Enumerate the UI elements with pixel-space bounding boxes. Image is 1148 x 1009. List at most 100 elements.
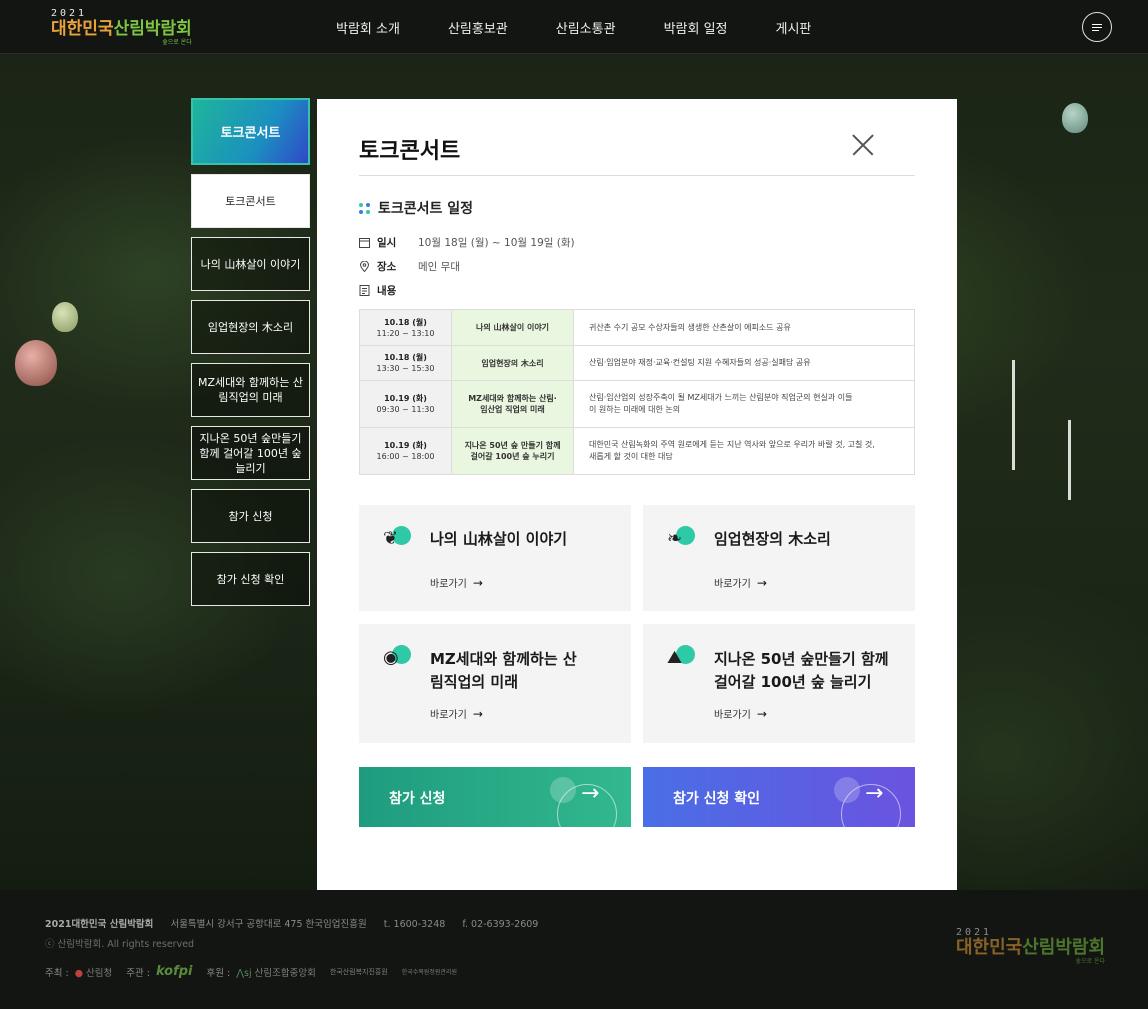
wind-turbine xyxy=(1068,420,1071,500)
organizer-label: 주관 : xyxy=(126,967,150,979)
footer-copyright: ⓒ 산림박람회. All rights reserved xyxy=(45,939,195,950)
apply-button[interactable]: 참가 신청 → xyxy=(359,767,631,827)
info-place-label: 장소 xyxy=(377,261,397,273)
sponsor-label: 후원 : xyxy=(206,967,231,979)
dots-icon xyxy=(359,202,370,214)
section-title-text: 토크콘서트 일정 xyxy=(378,201,474,217)
site-logo[interactable]: 2021 대한민국산림박람회 숲으로 온다 xyxy=(51,8,192,46)
footer-address: 서울특별시 강서구 공항대로 475 한국임업진흥원 xyxy=(170,919,367,930)
nav-item-board[interactable]: 게시판 xyxy=(776,18,812,37)
footer-info: 2021대한민국 산림박람회 서울특별시 강서구 공항대로 475 한국임업진흥… xyxy=(45,916,552,930)
table-row: 10.18 (월) 11:20 ~ 13:10 나의 山林살이 이야기 귀산촌 수… xyxy=(359,309,915,346)
nfcf-logo: ⋀sj 산림조합중앙회 xyxy=(236,967,316,979)
location-pin-icon xyxy=(359,261,370,272)
arrow-right-icon: → xyxy=(581,781,600,806)
schedule-session: 지나온 50년 숲 만들기 함께 걸어갈 100년 숲 누리기 xyxy=(451,427,574,475)
info-content: 내용 xyxy=(359,283,418,298)
schedule-session: MZ세대와 함께하는 산림·임산업 직업의 미래 xyxy=(451,380,574,428)
section-title: 토크콘서트 일정 xyxy=(359,198,473,218)
card-link[interactable]: 바로가기 → xyxy=(430,706,483,722)
apply-check-button-label: 참가 신청 확인 xyxy=(673,791,761,807)
main-nav: 박람회 소개 산림홍보관 산림소통관 박람회 일정 게시판 xyxy=(336,18,859,37)
schedule-description: 산림·임산업의 성장주축이 될 MZ세대가 느끼는 산림분야 직업군의 현실과 … xyxy=(573,380,915,428)
logo-year: 2021 xyxy=(51,8,88,19)
card-title: 지나온 50년 숲만들기 함께 걸어갈 100년 숲 늘리기 xyxy=(714,650,889,691)
apply-check-button[interactable]: 참가 신청 확인 → xyxy=(643,767,915,827)
nav-item-schedule[interactable]: 박람회 일정 xyxy=(664,18,728,37)
arrow-right-icon: → xyxy=(756,575,767,590)
card-link[interactable]: 바로가기 → xyxy=(714,706,767,722)
info-date-value: 10월 18일 (월) ~ 10월 19일 (화) xyxy=(418,237,575,249)
schedule-table: 10.18 (월) 11:20 ~ 13:10 나의 山林살이 이야기 귀산촌 수… xyxy=(359,309,915,475)
menu-toggle-button[interactable] xyxy=(1082,12,1112,42)
footer-org: 2021대한민국 산림박람회 xyxy=(45,919,154,930)
card-50-years[interactable]: ⛰ 지나온 50년 숲만들기 함께 걸어갈 100년 숲 늘리기 바로가기 → xyxy=(643,624,915,743)
arrow-right-icon: → xyxy=(865,781,884,806)
side-menu-title: 토크콘서트 xyxy=(191,98,310,165)
footer-logo: 2021 대한민국산림박람회 숲으로 온다 xyxy=(956,927,1106,965)
calendar-icon xyxy=(359,238,370,248)
logo-slogan: 숲으로 온다 xyxy=(162,39,192,46)
info-date: 일시 10월 18일 (월) ~ 10월 19일 (화) xyxy=(359,235,575,250)
card-title: 나의 山林살이 이야기 xyxy=(430,530,568,548)
card-link[interactable]: 바로가기 → xyxy=(430,575,483,591)
side-item-50-years[interactable]: 지나온 50년 숲만들기 함께 걸어갈 100년 숲 늘리기 xyxy=(191,426,310,480)
card-forestry-voice[interactable]: ❧ 임업현장의 木소리 바로가기 → xyxy=(643,505,915,611)
document-icon xyxy=(359,285,370,296)
side-item-forestry-voice[interactable]: 임업현장의 木소리 xyxy=(191,300,310,354)
hot-air-balloon xyxy=(15,340,57,386)
card-forest-life[interactable]: ❦ 나의 山林살이 이야기 바로가기 → xyxy=(359,505,631,611)
wind-turbine xyxy=(1012,360,1015,470)
schedule-datetime: 10.19 (화) 16:00 ~ 18:00 xyxy=(359,427,452,475)
info-content-label: 내용 xyxy=(377,285,397,297)
arrow-right-icon: → xyxy=(472,706,483,721)
schedule-datetime: 10.19 (화) 09:30 ~ 11:30 xyxy=(359,380,452,428)
schedule-description: 산림·임업분야 재정·교육·컨설팅 지원 수혜자들의 성공·실패담 공유 xyxy=(573,345,915,381)
site-header: 2021 대한민국산림박람회 숲으로 온다 박람회 소개 산림홍보관 산림소통관… xyxy=(0,0,1148,54)
card-link[interactable]: 바로가기 → xyxy=(714,575,767,591)
footer-fax: f. 02-6393-2609 xyxy=(462,919,539,930)
close-button[interactable] xyxy=(851,133,875,157)
schedule-datetime: 10.18 (월) 11:20 ~ 13:10 xyxy=(359,309,452,346)
nav-item-about[interactable]: 박람회 소개 xyxy=(336,18,400,37)
card-mz-future[interactable]: ◉ MZ세대와 함께하는 산림직업의 미래 바로가기 → xyxy=(359,624,631,743)
info-place-value: 메인 무대 xyxy=(418,261,460,273)
footer-organizations: 주최 : ● 산림청 주관 : kofpi 후원 : ⋀sj 산림조합중앙회 한… xyxy=(45,964,471,979)
side-item-apply[interactable]: 참가 신청 xyxy=(191,489,310,543)
footer-tel: t. 1600-3248 xyxy=(383,919,446,930)
site-footer: 2021대한민국 산림박람회 서울특별시 강서구 공항대로 475 한국임업진흥… xyxy=(0,890,1148,1009)
seedling-icon: ❦ xyxy=(383,526,411,554)
card-title: 임업현장의 木소리 xyxy=(714,530,831,548)
side-item-mz-future[interactable]: MZ세대와 함께하는 산림직업의 미래 xyxy=(191,363,310,417)
forest-welfare-logo: 한국산림복지진흥원 xyxy=(329,967,388,976)
nav-item-promotion-hall[interactable]: 산림홍보관 xyxy=(448,18,508,37)
table-row: 10.19 (화) 09:30 ~ 11:30 MZ세대와 함께하는 산림·임산업… xyxy=(359,380,915,428)
schedule-session: 나의 山林살이 이야기 xyxy=(451,309,574,346)
schedule-session: 임업현장의 木소리 xyxy=(451,345,574,381)
side-menu: 토크콘서트 토크콘서트 나의 山林살이 이야기 임업현장의 木소리 MZ세대와 … xyxy=(191,98,310,606)
nav-item-communication-hall[interactable]: 산림소통관 xyxy=(556,18,616,37)
logo-name: 대한민국산림박람회 xyxy=(51,19,192,39)
schedule-description: 귀산촌 수기 공모 수상자들의 생생한 산촌살이 에피소드 공유 xyxy=(573,309,915,346)
side-item-forest-life[interactable]: 나의 山林살이 이야기 xyxy=(191,237,310,291)
arrow-right-icon: → xyxy=(756,706,767,721)
forest-service-logo: ● 산림청 xyxy=(74,967,113,979)
schedule-datetime: 10.18 (월) 13:30 ~ 15:30 xyxy=(359,345,452,381)
arrow-right-icon: → xyxy=(472,575,483,590)
mountain-icon: ⛰ xyxy=(667,645,695,673)
side-item-apply-check[interactable]: 참가 신청 확인 xyxy=(191,552,310,606)
plant-hand-icon: ❧ xyxy=(667,526,695,554)
title-divider xyxy=(359,175,915,176)
info-date-label: 일시 xyxy=(377,237,397,249)
modal-title: 토크콘서트 xyxy=(359,139,461,164)
table-row: 10.19 (화) 16:00 ~ 18:00 지나온 50년 숲 만들기 함께 … xyxy=(359,427,915,475)
card-title: MZ세대와 함께하는 산림직업의 미래 xyxy=(430,650,577,691)
host-label: 주최 : xyxy=(45,967,69,979)
talk-concert-modal: 토크콘서트 토크콘서트 일정 일시 10월 18일 (월) ~ 10월 19일 … xyxy=(317,99,957,890)
hot-air-balloon xyxy=(1062,103,1088,133)
kofpi-logo: kofpi xyxy=(155,964,193,979)
side-item-talk-concert[interactable]: 토크콘서트 xyxy=(191,174,310,228)
hamburger-icon xyxy=(1092,22,1102,33)
hot-air-balloon xyxy=(52,302,78,332)
apply-button-label: 참가 신청 xyxy=(389,791,446,807)
